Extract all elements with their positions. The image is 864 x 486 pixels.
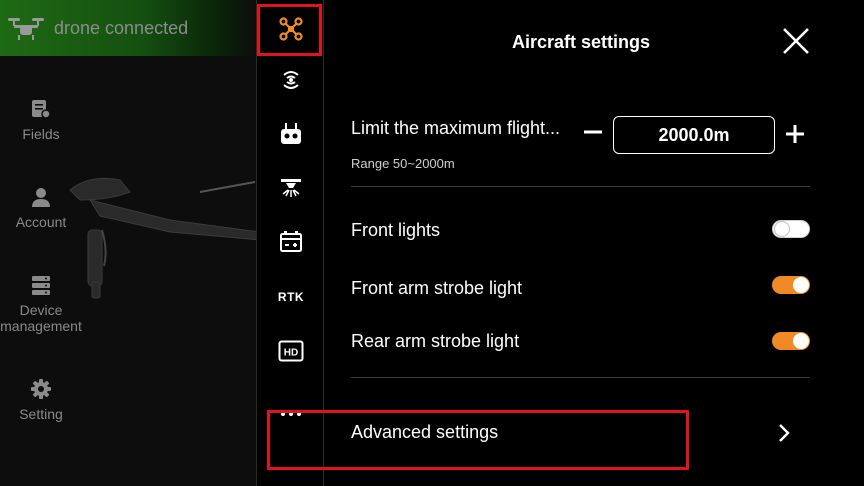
hd-label: HD — [284, 348, 298, 359]
flight-limit-input[interactable]: 2000.0m — [613, 116, 775, 154]
battery-icon — [280, 231, 302, 252]
nav-item-label: Account — [15, 214, 67, 230]
rtk-label: RTK — [277, 290, 305, 304]
divider — [351, 186, 810, 187]
hd-icon: HD — [278, 340, 304, 362]
fields-icon — [32, 100, 51, 119]
nav-item-label: Fields — [22, 126, 60, 142]
rail-item-sprayer[interactable] — [257, 166, 325, 210]
rail-item-remote-controller[interactable] — [257, 112, 325, 156]
rail-item-rtk[interactable]: RTK — [257, 275, 325, 319]
gear-icon — [31, 379, 51, 399]
remote-controller-icon — [281, 123, 301, 144]
front-arm-strobe-toggle[interactable] — [772, 276, 810, 294]
nav-item-account[interactable]: Account — [0, 186, 82, 230]
device-management-icon — [32, 276, 50, 295]
rail-item-hd[interactable]: HD — [257, 329, 325, 373]
toggle-knob — [774, 221, 790, 237]
toggle-knob — [793, 333, 809, 349]
flight-limit-range: Range 50~2000m — [351, 156, 455, 171]
drone-background-image — [69, 177, 256, 299]
flight-limit-label: Limit the maximum flight... — [351, 118, 561, 138]
front-arm-strobe-label: Front arm strobe light — [351, 278, 523, 298]
panel-title: Aircraft settings — [511, 32, 651, 52]
drone-icon — [8, 18, 44, 40]
increment-button[interactable] — [785, 124, 805, 144]
front-lights-toggle[interactable] — [772, 220, 810, 238]
highlight-advanced-settings — [267, 410, 689, 470]
nav-item-label: Setting — [19, 406, 63, 422]
chevron-right-icon — [779, 424, 790, 442]
front-lights-label: Front lights — [351, 220, 441, 240]
sprayer-icon — [281, 179, 301, 197]
highlight-aircraft-tab — [257, 4, 322, 56]
nav-item-device-management[interactable]: Device management — [0, 274, 82, 334]
close-icon[interactable] — [781, 26, 811, 56]
nav-item-fields[interactable]: Fields — [0, 98, 82, 142]
connection-status-text: drone connected — [54, 18, 189, 38]
rail-item-signal[interactable] — [257, 58, 325, 102]
decrement-button[interactable] — [583, 122, 603, 142]
rail-item-battery[interactable] — [257, 220, 325, 264]
flight-limit-value: 2000.0m — [658, 124, 730, 145]
account-icon — [32, 188, 50, 207]
signal-icon — [283, 71, 299, 89]
rear-arm-strobe-label: Rear arm strobe light — [351, 331, 520, 351]
nav-item-label: Device management — [0, 302, 82, 334]
nav-item-setting[interactable]: Setting — [0, 378, 82, 422]
app-sidebar: drone connected Fields Account Device ma… — [0, 0, 256, 486]
rear-arm-strobe-toggle[interactable] — [772, 332, 810, 350]
divider — [351, 377, 810, 378]
connection-status-bar: drone connected — [0, 0, 256, 56]
toggle-knob — [793, 277, 809, 293]
